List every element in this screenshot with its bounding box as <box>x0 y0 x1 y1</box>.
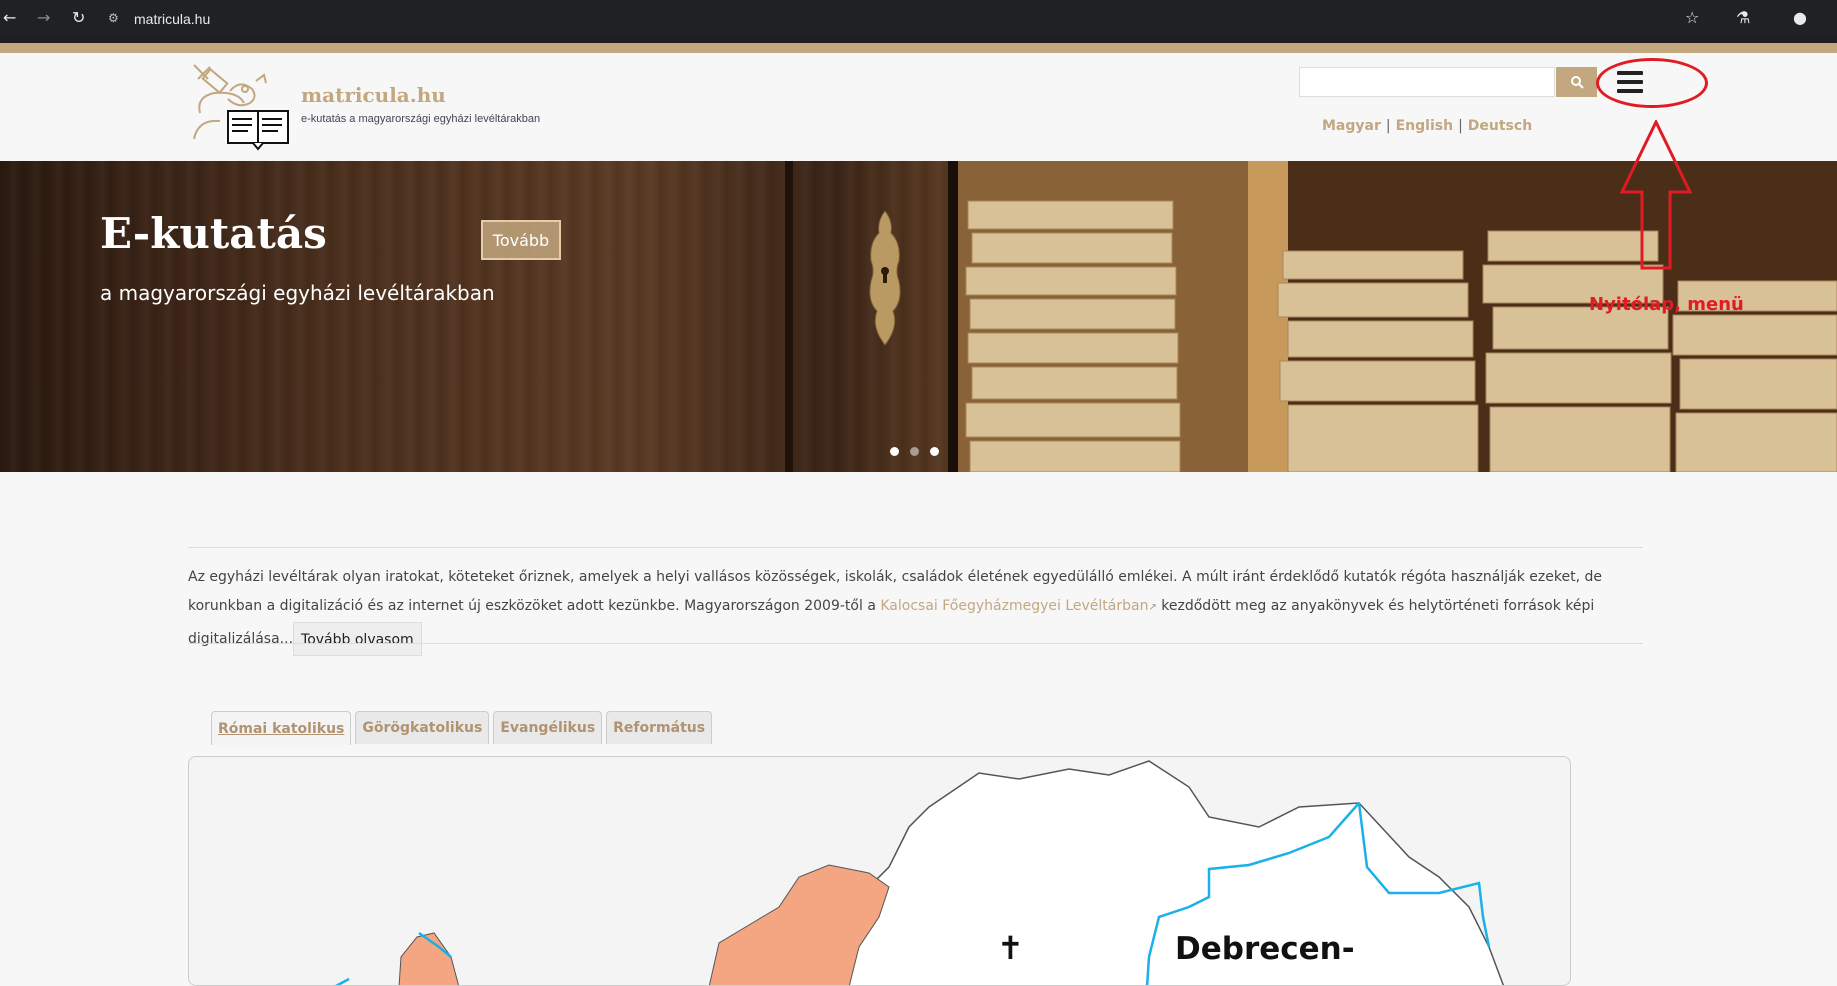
slider-dot[interactable] <box>910 447 919 456</box>
tab-lutheran[interactable]: Evangélikus <box>493 711 603 744</box>
external-link-icon: ↗ <box>1148 602 1157 613</box>
diocese-map-panel: ✝ Debrecen- <box>188 756 1571 986</box>
divider <box>188 547 1643 548</box>
lang-english[interactable]: English <box>1396 118 1453 134</box>
annotation-ellipse <box>1596 58 1708 108</box>
reload-icon[interactable]: ↻ <box>72 8 85 27</box>
person-icon[interactable]: ● <box>1793 8 1807 27</box>
site-settings-icon[interactable]: ⚙ <box>108 11 124 27</box>
archive-link[interactable]: Kalocsai Főegyházmegyei Levéltárban <box>880 598 1148 614</box>
search-icon <box>1570 76 1584 89</box>
hero-more-button[interactable]: Tovább <box>481 220 561 260</box>
hero-door-edge <box>948 161 958 472</box>
lang-separator: | <box>1458 118 1463 134</box>
lang-separator: | <box>1385 118 1391 134</box>
language-switcher: Magyar | English | Deutsch <box>1322 118 1532 134</box>
arrow-right-icon[interactable]: → <box>37 8 50 27</box>
map-region-label[interactable]: Debrecen- <box>1175 931 1355 967</box>
hero-wood-texture <box>0 161 955 472</box>
accent-band <box>0 43 1837 53</box>
slider-dot-active[interactable] <box>930 447 939 456</box>
search-button[interactable] <box>1556 67 1597 97</box>
tab-greek-catholic[interactable]: Görögkatolikus <box>355 711 490 744</box>
diocese-map <box>335 760 1505 985</box>
lang-magyar[interactable]: Magyar <box>1322 118 1381 134</box>
annotation-arrow-up-icon <box>1620 120 1692 270</box>
hero-archive-shelf-image <box>958 161 1837 472</box>
hero-title: E-kutatás <box>100 209 327 258</box>
address-bar[interactable]: ⚙ matricula.hu <box>108 5 210 33</box>
matricula-logo-icon[interactable] <box>190 61 295 159</box>
denomination-tabs: Római katolikus Görögkatolikus Evangélik… <box>211 711 713 745</box>
read-more-button[interactable]: Tovább olvasom <box>293 622 422 656</box>
arrow-left-icon[interactable]: ← <box>3 8 16 27</box>
hero-door-gap <box>785 161 793 472</box>
slider-dot[interactable] <box>890 447 899 456</box>
lang-deutsch[interactable]: Deutsch <box>1468 118 1532 134</box>
map-diocese-border <box>335 977 350 985</box>
url-text[interactable]: matricula.hu <box>134 11 210 27</box>
browser-toolbar: ← → ↻ ⚙ matricula.hu ☆ ⚗ ● <box>0 0 1837 37</box>
star-icon[interactable]: ☆ <box>1685 8 1699 27</box>
keyhole-escutcheon-icon <box>869 210 901 346</box>
hero-subtitle: a magyarországi egyházi levéltárakban <box>100 281 495 305</box>
site-header: matricula.hu e-kutatás a magyarországi e… <box>0 53 1837 161</box>
tab-roman-catholic[interactable]: Római katolikus <box>211 711 352 745</box>
hero-slider: E-kutatás a magyarországi egyházi levélt… <box>0 161 1837 472</box>
site-tagline: e-kutatás a magyarországi egyházi levélt… <box>301 113 541 125</box>
map-region-north <box>838 760 1505 985</box>
divider <box>188 643 1643 644</box>
search-input[interactable] <box>1299 67 1555 97</box>
map-cross-icon[interactable]: ✝ <box>997 929 1024 967</box>
tab-reformed[interactable]: Református <box>606 711 713 744</box>
flask-icon[interactable]: ⚗ <box>1736 8 1750 27</box>
site-name[interactable]: matricula.hu <box>301 83 446 107</box>
slider-dots <box>890 447 939 456</box>
annotation-label: Nyitólap, menü <box>1589 294 1744 315</box>
